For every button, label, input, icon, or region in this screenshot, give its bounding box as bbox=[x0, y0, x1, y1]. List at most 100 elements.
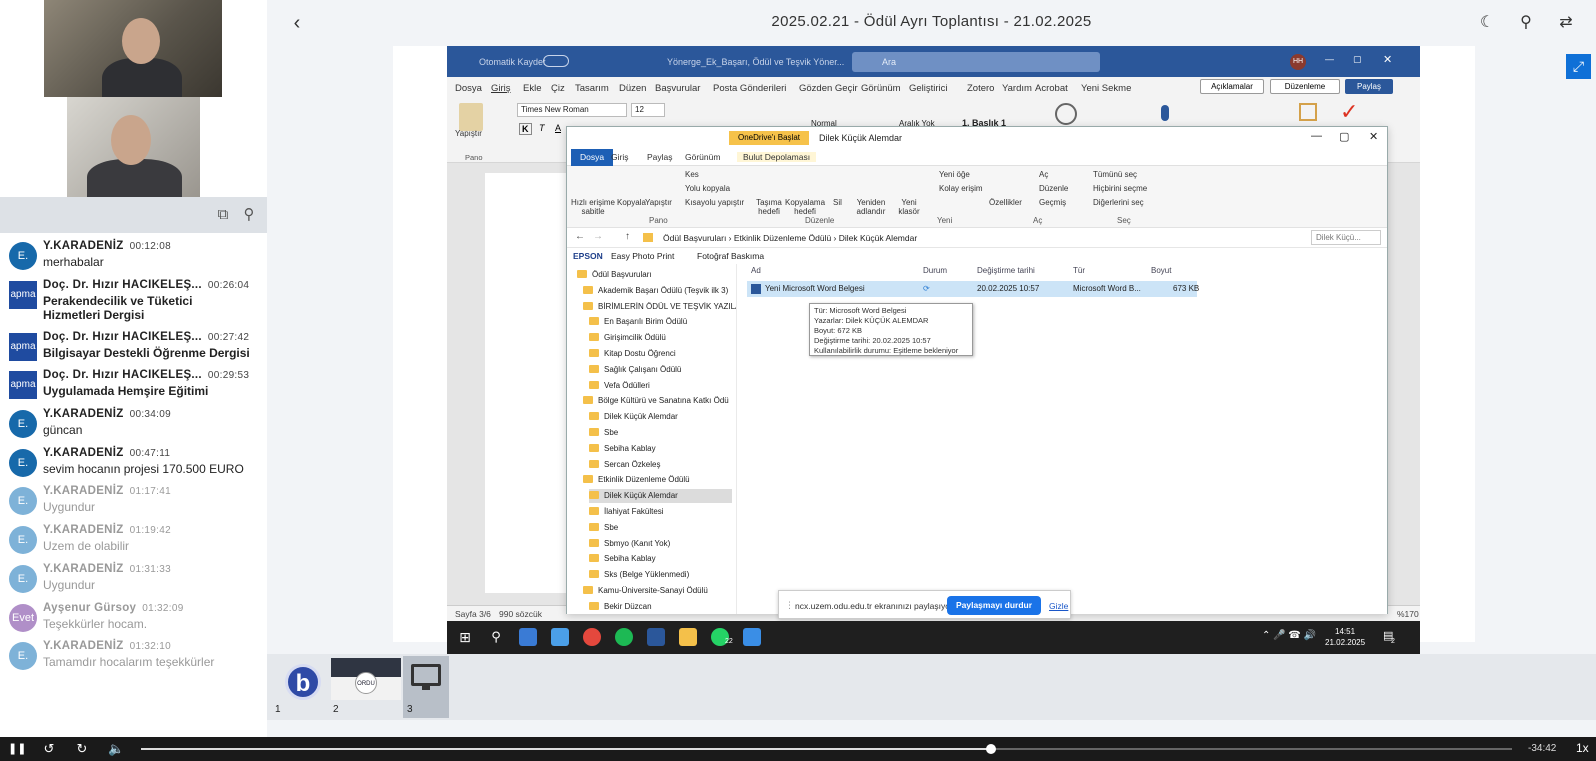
maximize-icon[interactable]: ▢ bbox=[1353, 54, 1362, 65]
rename-button[interactable]: Yeniden adlandır bbox=[853, 198, 889, 216]
search-icon[interactable]: ⚲ bbox=[1516, 13, 1536, 33]
bold-button[interactable]: K bbox=[519, 123, 532, 135]
folder-tree-item[interactable]: Girişimcilik Ödülü bbox=[589, 331, 732, 345]
word-menu-item[interactable]: Başvurular bbox=[655, 83, 700, 94]
fullscreen-button[interactable]: ⤢ bbox=[1566, 54, 1591, 79]
pause-icon[interactable]: ❚❚ bbox=[8, 741, 26, 757]
word-menu-item[interactable]: Düzen bbox=[619, 83, 646, 94]
paste-shortcut-button[interactable]: Kısayolu yapıştır bbox=[685, 198, 744, 207]
folder-tree-item[interactable]: BİRİMLERİN ÖDÜL VE TEŞVİK YAZILA bbox=[583, 300, 736, 314]
underline-button[interactable]: A bbox=[555, 123, 561, 133]
word-menu-item[interactable]: Çiz bbox=[551, 83, 565, 94]
word-menu-item[interactable]: Tasarım bbox=[575, 83, 609, 94]
folder-tree-item[interactable]: Ödül Başvuruları bbox=[577, 268, 732, 282]
status-zoom[interactable]: %170 bbox=[1397, 609, 1419, 619]
word-menu-item[interactable]: Geliştirici bbox=[909, 83, 948, 94]
comments-button[interactable]: Açıklamalar bbox=[1200, 79, 1264, 94]
progress-handle[interactable] bbox=[986, 744, 997, 754]
explorer-tab[interactable]: Bulut Depolaması bbox=[737, 152, 817, 162]
explorer-tab[interactable]: Görünüm bbox=[685, 152, 720, 162]
col-status[interactable]: Durum bbox=[923, 266, 947, 275]
word-menu-item[interactable]: Yeni Sekme bbox=[1081, 83, 1131, 94]
folder-tree-item[interactable]: Akademik Başarı Ödülü (Teşvik ilk 3) bbox=[583, 284, 732, 298]
folder-tree-item[interactable]: Kamu-Üniversite-Sanayi Ödülü bbox=[583, 584, 732, 598]
explorer-tab[interactable]: Giriş bbox=[611, 152, 628, 162]
explorer-minimize-icon[interactable]: — bbox=[1311, 130, 1322, 142]
explorer-tab[interactable]: Dosya bbox=[571, 149, 614, 166]
taskbar-search-icon[interactable]: ⚲ bbox=[487, 628, 505, 646]
tray-icons[interactable]: ⌃ 🎤 ☎ 🔊 bbox=[1262, 630, 1316, 641]
folder-tree-item[interactable]: Sks (Belge Yüklenmedi) bbox=[589, 568, 732, 582]
delete-button[interactable]: Sil bbox=[833, 198, 842, 207]
acrobat-check-icon[interactable]: ✓ bbox=[1340, 99, 1358, 125]
chat-options-icon[interactable]: ⚲ bbox=[240, 206, 258, 224]
explorer-maximize-icon[interactable]: ▢ bbox=[1339, 130, 1349, 143]
explorer-search-input[interactable]: Dilek Küçü... bbox=[1311, 230, 1381, 245]
address-path[interactable]: Ödül Başvuruları › Etkinlik Düzenleme Öd… bbox=[663, 233, 917, 243]
dictate-icon[interactable] bbox=[1161, 105, 1169, 121]
folder-tree-item[interactable]: Sebiha Kablay bbox=[589, 442, 732, 456]
back-arrow-icon[interactable]: ← bbox=[575, 231, 585, 242]
word-menu-item[interactable]: Ekle bbox=[523, 83, 541, 94]
folder-tree-item[interactable]: Sağlık Çalışanı Ödülü bbox=[589, 363, 732, 377]
spotify-icon[interactable] bbox=[615, 628, 633, 646]
thumbnail-2[interactable]: ORDU 2 bbox=[329, 656, 401, 718]
photo-print-link[interactable]: Fotoğraf Baskıma bbox=[697, 251, 764, 261]
edit-button[interactable]: Düzenle bbox=[1039, 184, 1068, 193]
webcam-participant-2[interactable] bbox=[67, 97, 200, 197]
close-icon[interactable]: ✕ bbox=[1383, 53, 1392, 66]
paste-icon[interactable] bbox=[459, 103, 483, 131]
dark-mode-icon[interactable]: ☾ bbox=[1477, 13, 1497, 33]
col-size[interactable]: Boyut bbox=[1151, 266, 1171, 275]
autosave-toggle[interactable] bbox=[543, 55, 569, 67]
word-menu-item[interactable]: Yardım bbox=[1002, 83, 1032, 94]
folder-tree-item[interactable]: Sercan Özkeleş bbox=[589, 458, 732, 472]
italic-button[interactable]: T bbox=[539, 123, 545, 133]
word-menu-item[interactable]: Görünüm bbox=[861, 83, 901, 94]
playback-speed[interactable]: 1x bbox=[1576, 741, 1589, 755]
file-row[interactable]: Yeni Microsoft Word Belgesi ⟳ 20.02.2025… bbox=[747, 281, 1199, 297]
copilot-icon[interactable] bbox=[519, 628, 537, 646]
move-to-button[interactable]: Taşıma hedefi bbox=[751, 198, 787, 216]
cut-button[interactable]: Kes bbox=[685, 170, 699, 179]
up-arrow-icon[interactable]: ↑ bbox=[625, 231, 630, 242]
folder-tree-item[interactable]: Etkinlik Düzenleme Ödülü bbox=[583, 473, 732, 487]
paste-button[interactable]: Yapıştır bbox=[645, 198, 672, 207]
forward-arrow-icon[interactable]: → bbox=[593, 231, 603, 242]
open-button[interactable]: Aç bbox=[1039, 170, 1048, 179]
easy-access-button[interactable]: Kolay erişim bbox=[939, 184, 983, 193]
folder-tree-item[interactable]: Vefa Ödülleri bbox=[589, 379, 732, 393]
invert-selection-button[interactable]: Diğerlerini seç bbox=[1093, 198, 1144, 207]
new-item-button[interactable]: Yeni öğe bbox=[939, 170, 970, 179]
folder-tree-item[interactable]: Sbmyo (Kanıt Yok) bbox=[589, 537, 732, 551]
app-icon[interactable] bbox=[551, 628, 569, 646]
progress-bar[interactable] bbox=[141, 744, 1512, 754]
folder-tree-item[interactable]: Dilek Küçük Alemdar bbox=[589, 489, 732, 504]
file-explorer-icon[interactable] bbox=[679, 628, 697, 646]
share-button[interactable]: Paylaş bbox=[1345, 79, 1393, 94]
word-menu-item[interactable]: Dosya bbox=[455, 83, 482, 94]
copy-to-button[interactable]: Kopyalama hedefi bbox=[785, 198, 825, 216]
folder-tree-item[interactable]: Bölge Kültürü ve Sanatına Katkı Ödü bbox=[583, 394, 732, 408]
addins-icon[interactable] bbox=[1299, 103, 1317, 121]
find-icon[interactable] bbox=[1055, 103, 1077, 125]
copy-chat-icon[interactable]: ⧉ bbox=[214, 206, 232, 224]
easy-photo-print-link[interactable]: Easy Photo Print bbox=[611, 251, 674, 261]
webcam-participant-1[interactable] bbox=[44, 0, 222, 97]
hide-link[interactable]: Gizle bbox=[1049, 601, 1068, 611]
user-avatar[interactable]: HH bbox=[1290, 54, 1306, 70]
folder-tree-item[interactable]: İlahiyat Fakültesi bbox=[589, 505, 732, 519]
pin-quick-access[interactable]: Hızlı erişime sabitle bbox=[571, 198, 615, 216]
folder-tree-item[interactable]: Sbe bbox=[589, 426, 732, 440]
word-search-box[interactable]: Ara bbox=[852, 52, 1100, 72]
rewind-icon[interactable]: ↺ bbox=[41, 741, 57, 757]
font-size-select[interactable]: 12 bbox=[631, 103, 665, 117]
forward-icon[interactable]: ↻ bbox=[74, 741, 90, 757]
properties-button[interactable]: Özellikler bbox=[989, 198, 1022, 207]
folder-tree-item[interactable]: Sebiha Kablay bbox=[589, 552, 732, 566]
swap-layout-icon[interactable]: ⇄ bbox=[1556, 13, 1576, 33]
word-menu-item[interactable]: Acrobat bbox=[1035, 83, 1068, 94]
history-button[interactable]: Geçmiş bbox=[1039, 198, 1066, 207]
taskbar-clock[interactable]: 14:51 21.02.2025 bbox=[1325, 626, 1365, 648]
copy-path-button[interactable]: Yolu kopyala bbox=[685, 184, 730, 193]
